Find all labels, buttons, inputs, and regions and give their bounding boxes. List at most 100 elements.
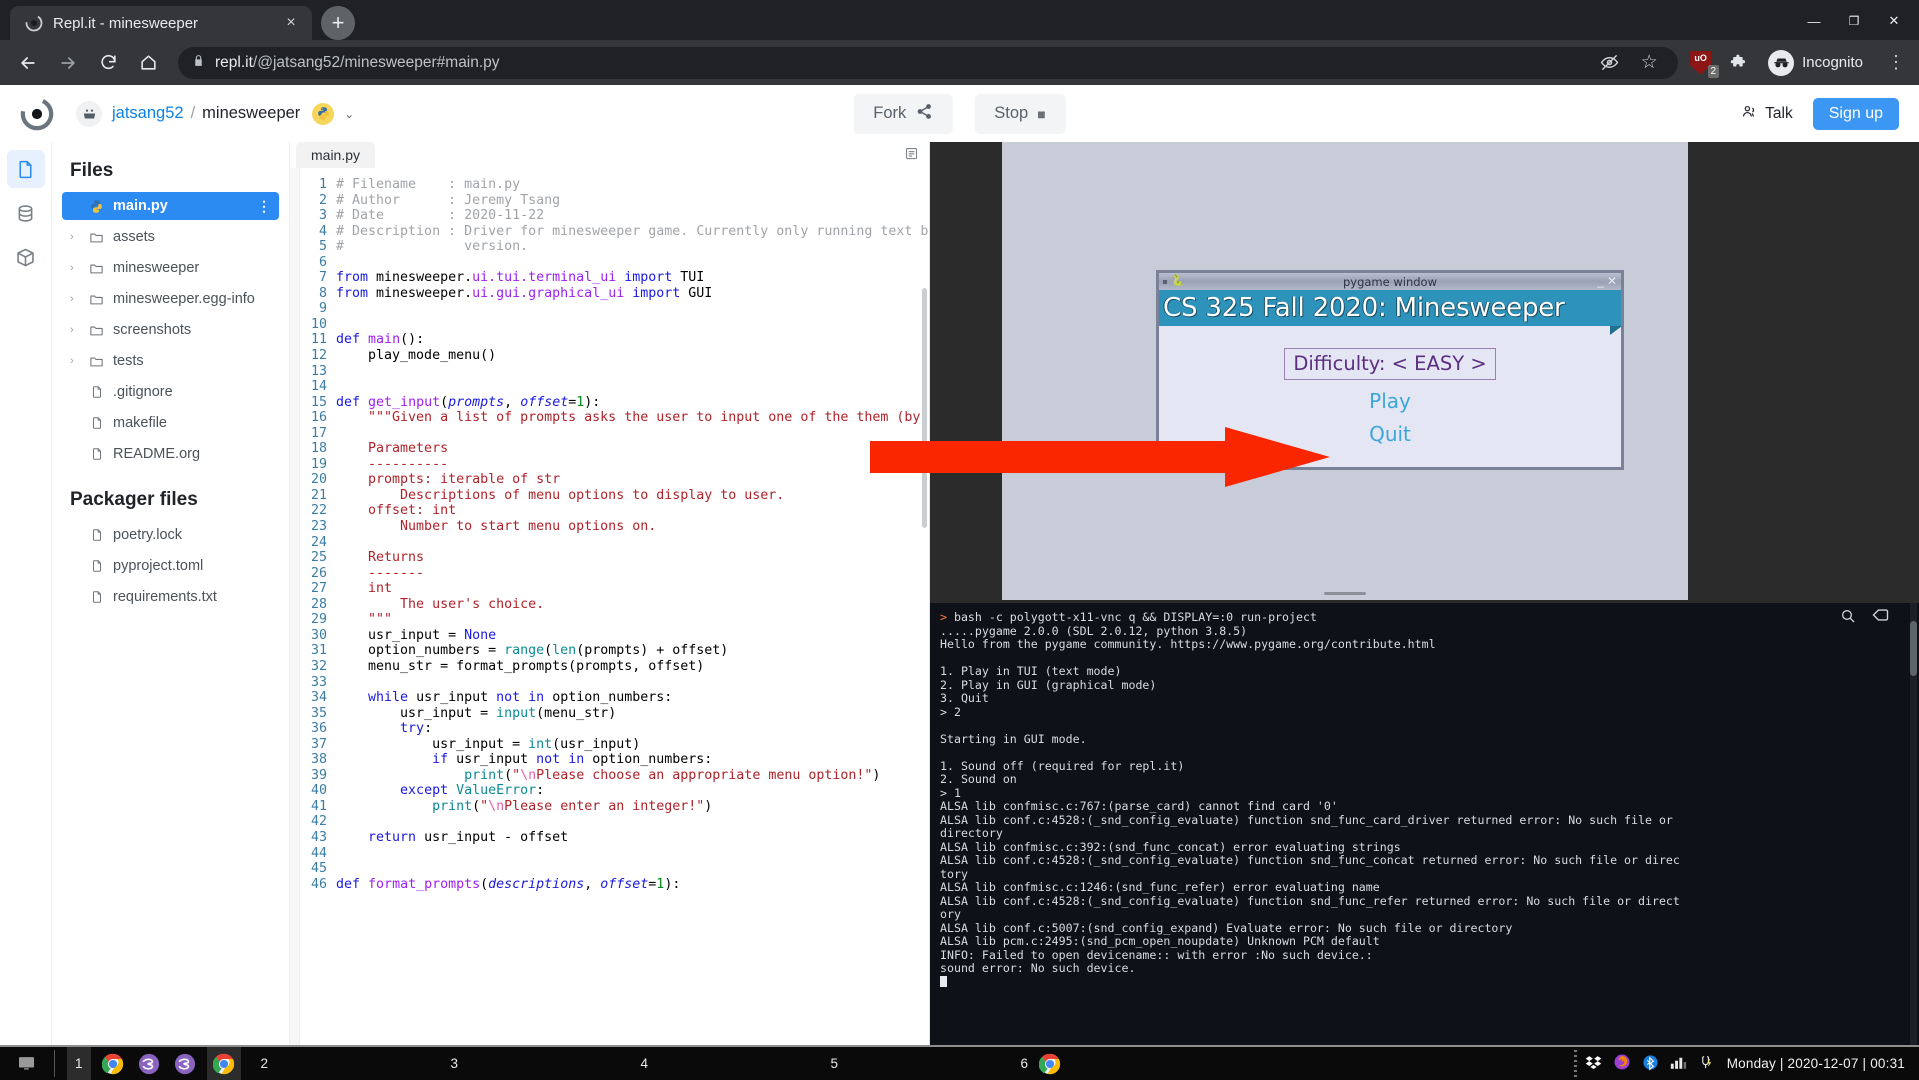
back-button[interactable]: [10, 45, 46, 81]
line-number: 9: [318, 301, 327, 317]
signal-bars-icon[interactable]: [1670, 1054, 1687, 1073]
incognito-indicator[interactable]: Incognito: [1764, 47, 1875, 79]
line-number: 4: [318, 223, 327, 239]
signup-button[interactable]: Sign up: [1812, 97, 1899, 130]
file-row[interactable]: ›makefile: [62, 409, 279, 437]
pygame-minimize-button[interactable]: _: [1597, 274, 1604, 288]
file-row[interactable]: › tests: [62, 347, 279, 375]
taskbar-clock[interactable]: Monday | 2020-12-07 | 00:31: [1727, 1056, 1905, 1071]
fork-button[interactable]: Fork: [853, 93, 953, 134]
chrome-icon[interactable]: [1036, 1050, 1064, 1078]
desktop-number[interactable]: 5: [831, 1056, 839, 1071]
eye-slash-icon[interactable]: [1596, 50, 1622, 76]
file-options-icon[interactable]: ⋮: [257, 198, 271, 215]
file-row[interactable]: ›.gitignore: [62, 378, 279, 406]
clear-console-icon[interactable]: [1872, 608, 1889, 629]
code-text[interactable]: 1 # Filename : main.py 2 # Author : Jeremy …: [300, 168, 929, 1045]
minimize-button[interactable]: —: [1795, 6, 1833, 36]
code-area[interactable]: 1 # Filename : main.py 2 # Author : Jeremy …: [290, 168, 929, 1045]
output-column: 🐍 pygame window _ ✕ CS 325 Fall 2020: Mi…: [930, 142, 1919, 1045]
editor-menu-icon[interactable]: [904, 146, 919, 165]
file-row[interactable]: ›pyproject.toml: [62, 552, 279, 580]
packages-rail-icon[interactable]: [7, 238, 45, 276]
chevron-right-icon[interactable]: ›: [70, 293, 80, 305]
code-line-text: """Given a list of prompts asks the user…: [336, 410, 929, 426]
desktop-number[interactable]: 4: [641, 1056, 649, 1071]
close-window-button[interactable]: ✕: [1875, 6, 1913, 36]
bookmark-star-icon[interactable]: ☆: [1636, 50, 1662, 76]
bluetooth-icon[interactable]: [1642, 1054, 1659, 1074]
reload-button[interactable]: [90, 45, 126, 81]
puzzle-icon[interactable]: [1726, 50, 1752, 76]
file-row[interactable]: › screenshots: [62, 316, 279, 344]
desktop-3[interactable]: 3: [441, 1047, 631, 1080]
replit-logo[interactable]: [20, 97, 54, 131]
desktop-1[interactable]: 1: [57, 1047, 251, 1080]
code-line-text: ----------: [336, 456, 449, 472]
console-line: INFO: Failed to open devicename:: with e…: [940, 947, 1373, 962]
chevron-right-icon[interactable]: ›: [70, 324, 80, 336]
power-icon[interactable]: [1698, 1054, 1716, 1074]
desktop-4[interactable]: 4: [631, 1047, 821, 1080]
home-button[interactable]: [130, 45, 166, 81]
code-line: 46 def format_prompts(descriptions, offse…: [300, 877, 929, 893]
maximize-button[interactable]: ❐: [1835, 6, 1873, 36]
chevron-right-icon[interactable]: ›: [70, 355, 80, 367]
desktop-number[interactable]: 6: [1021, 1056, 1029, 1071]
talk-label: Talk: [1765, 104, 1793, 122]
breadcrumb-repl-name: minesweeper: [202, 104, 301, 122]
breadcrumb-username[interactable]: jatsang52: [112, 104, 184, 123]
user-avatar[interactable]: [76, 100, 102, 127]
desktop-number[interactable]: 3: [451, 1056, 459, 1071]
file-row[interactable]: ›main.py⋮: [62, 192, 279, 220]
console-pane[interactable]: > bash -c polygott-x11-vnc q && DISPLAY=…: [930, 600, 1919, 1045]
file-row[interactable]: › minesweeper: [62, 254, 279, 282]
vnc-viewer[interactable]: 🐍 pygame window _ ✕ CS 325 Fall 2020: Mi…: [930, 142, 1919, 600]
new-tab-button[interactable]: +: [321, 6, 355, 40]
play-menu-item[interactable]: Play: [1159, 389, 1621, 413]
forward-button[interactable]: [50, 45, 86, 81]
desktop-6[interactable]: 6: [1011, 1047, 1075, 1080]
desktop-number[interactable]: 1: [67, 1047, 91, 1080]
emacs-icon[interactable]: [135, 1050, 163, 1078]
dropbox-icon[interactable]: [1585, 1054, 1602, 1074]
database-rail-icon[interactable]: [7, 194, 45, 232]
chrome-icon[interactable]: [206, 1047, 241, 1080]
file-row[interactable]: › assets: [62, 223, 279, 251]
file-row[interactable]: ›poetry.lock: [62, 521, 279, 549]
pygame-close-button[interactable]: ✕: [1607, 274, 1617, 288]
stop-button[interactable]: Stop ■: [974, 93, 1066, 134]
talk-button[interactable]: Talk: [1741, 103, 1793, 125]
console-scrollbar-thumb[interactable]: [1910, 621, 1917, 676]
close-icon[interactable]: ×: [280, 12, 302, 34]
ublock-origin-icon[interactable]: uO 2: [1690, 50, 1720, 78]
tray-handle[interactable]: [1573, 1050, 1577, 1077]
file-row[interactable]: ›README.org: [62, 440, 279, 468]
address-bar[interactable]: repl.it/@jatsang52/minesweeper#main.py ☆: [178, 46, 1679, 79]
pygame-titlebar[interactable]: 🐍 pygame window _ ✕: [1159, 273, 1621, 290]
python-icon: [312, 102, 335, 125]
files-rail-icon[interactable]: [6, 150, 45, 188]
line-number: 17: [310, 425, 327, 441]
difficulty-selector[interactable]: Difficulty: < EASY >: [1284, 348, 1496, 380]
vnc-resize-grip[interactable]: [1324, 592, 1366, 595]
editor-tab-main-py[interactable]: main.py: [296, 142, 376, 168]
code-line-text: def format_prompts(descriptions, offset=…: [336, 876, 681, 892]
browser-tab[interactable]: Repl.it - minesweeper ×: [10, 6, 312, 40]
chevron-down-icon[interactable]: ⌄: [344, 107, 354, 121]
line-number: 31: [310, 643, 327, 659]
desktop-2[interactable]: 2: [251, 1047, 441, 1080]
chrome-icon[interactable]: [99, 1050, 127, 1078]
desktop-number[interactable]: 2: [261, 1056, 269, 1071]
search-icon[interactable]: [1840, 608, 1856, 629]
monitor-icon[interactable]: [0, 1054, 52, 1073]
file-row[interactable]: › minesweeper.egg-info: [62, 285, 279, 313]
chevron-right-icon[interactable]: ›: [70, 231, 80, 243]
file-row[interactable]: ›requirements.txt: [62, 583, 279, 611]
chevron-right-icon[interactable]: ›: [70, 262, 80, 274]
editor-scrollbar[interactable]: [922, 288, 927, 528]
firefox-icon[interactable]: [1613, 1053, 1631, 1074]
emacs-icon[interactable]: [171, 1050, 199, 1078]
browser-menu-icon[interactable]: ⋮: [1883, 50, 1909, 76]
desktop-5[interactable]: 5: [821, 1047, 1011, 1080]
